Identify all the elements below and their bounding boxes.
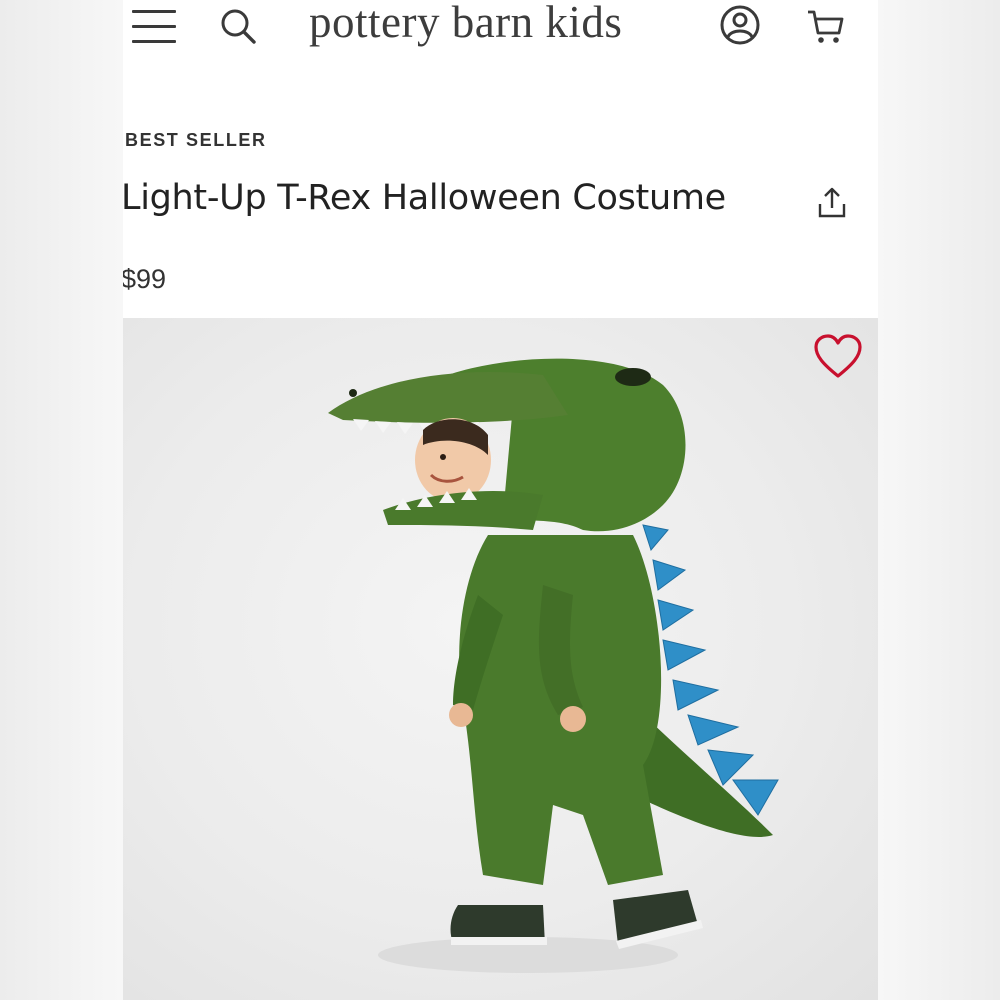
cart-icon[interactable] xyxy=(806,7,846,47)
hamburger-menu-icon[interactable] xyxy=(132,10,176,44)
search-icon[interactable] xyxy=(218,6,258,46)
share-icon[interactable] xyxy=(816,186,848,220)
site-header: pottery barn kids xyxy=(123,0,878,60)
dinosaur-costume-illustration xyxy=(328,358,779,973)
product-screen: pottery barn kids BEST SELLER Light-Up T… xyxy=(123,0,878,1000)
product-title: Light-Up T-Rex Halloween Costume xyxy=(123,178,726,218)
product-price: $99 xyxy=(123,264,167,294)
brand-logo[interactable]: pottery barn kids xyxy=(309,0,622,48)
best-seller-badge: BEST SELLER xyxy=(125,130,267,150)
account-icon[interactable] xyxy=(719,4,761,46)
